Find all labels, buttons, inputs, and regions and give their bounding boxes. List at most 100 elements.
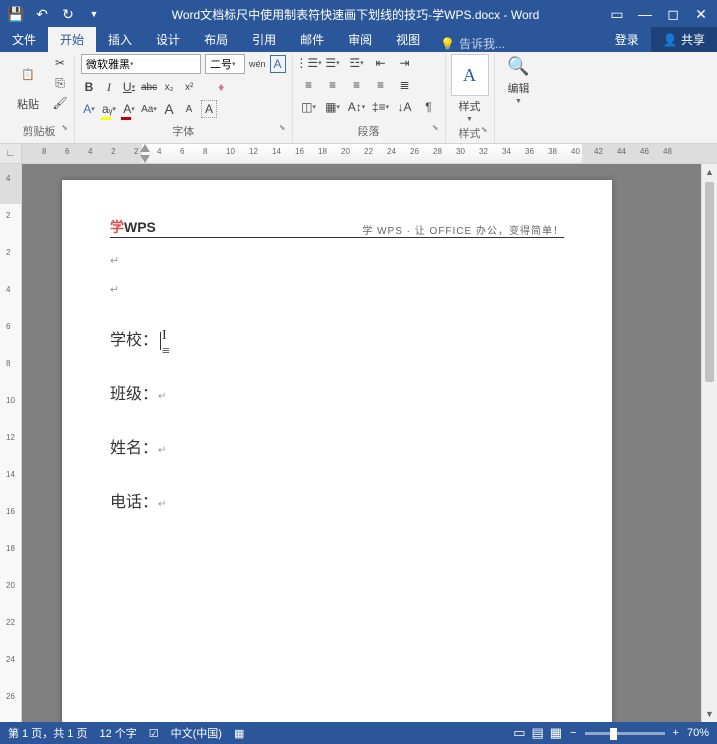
strike-button[interactable]: abc <box>141 78 157 96</box>
ruler-tick: 34 <box>502 147 511 156</box>
justify-button[interactable]: ≡ <box>371 76 391 94</box>
close-icon[interactable]: ✕ <box>689 2 713 26</box>
distribute-button[interactable]: ≣ <box>395 76 415 94</box>
ruler-tick: 6 <box>65 147 69 156</box>
borders-button[interactable]: ▦ <box>323 98 343 116</box>
char-shading-icon[interactable]: A <box>201 100 217 118</box>
increase-indent-button[interactable]: ⇥ <box>395 54 415 72</box>
shading-button[interactable]: ◫ <box>299 98 319 116</box>
ruler-tick: 8 <box>203 147 207 156</box>
underline-button[interactable]: U <box>121 78 137 96</box>
line-spacing-button[interactable]: ‡≡ <box>371 98 391 116</box>
minimize-icon[interactable]: — <box>633 2 657 26</box>
spellcheck-icon[interactable]: ☑ <box>149 727 159 740</box>
grow-font-button[interactable]: A <box>161 100 177 118</box>
tab-layout[interactable]: 布局 <box>192 27 240 52</box>
multilevel-button[interactable]: ☲ <box>347 54 367 72</box>
zoom-knob[interactable] <box>610 728 617 740</box>
paste-button[interactable]: 📋 粘贴 <box>10 54 46 112</box>
document-canvas[interactable]: 学WPS 学 WPS · 让 OFFICE 办公，变得简单！ ↵ ↵ 学校： I… <box>22 164 701 722</box>
font-size-select[interactable]: 二号 <box>205 54 245 74</box>
phonetic-guide-icon[interactable]: wén <box>249 55 266 73</box>
tab-review[interactable]: 审阅 <box>336 27 384 52</box>
ruler-horizontal[interactable]: 8642246810121416182022242628303234363840… <box>22 144 717 163</box>
login-button[interactable]: 登录 <box>603 27 651 52</box>
styles-icon: A <box>451 54 489 96</box>
zoom-in-button[interactable]: + <box>673 727 679 739</box>
status-words[interactable]: 12 个字 <box>99 725 136 741</box>
ruler-tick: 18 <box>318 147 327 156</box>
ruler-tick: 2 <box>111 147 115 156</box>
sort-button[interactable]: ↓A <box>395 98 415 116</box>
redo-icon[interactable]: ↻ <box>56 2 80 26</box>
text-direction-button[interactable]: A↕ <box>347 98 367 116</box>
bold-button[interactable]: B <box>81 78 97 96</box>
tab-home[interactable]: 开始 <box>48 27 96 52</box>
ruler-vertical[interactable]: 422468101214161820222426 <box>0 164 22 722</box>
zoom-slider[interactable] <box>585 732 665 735</box>
ruler-tick: 4 <box>88 147 92 156</box>
tab-design[interactable]: 设计 <box>144 27 192 52</box>
font-color-button[interactable]: A <box>121 100 137 118</box>
tab-view[interactable]: 视图 <box>384 27 432 52</box>
qat-dropdown-icon[interactable]: ▼ <box>82 2 106 26</box>
view-web-icon[interactable]: ▦ <box>550 725 562 741</box>
line-school[interactable]: 学校： I ≡ <box>110 326 161 350</box>
text-effects-button[interactable]: A <box>81 100 97 118</box>
find-button[interactable]: 🔍 编辑 ▼ <box>501 54 537 105</box>
bullets-button[interactable]: ⋮☰ <box>299 54 319 72</box>
undo-icon[interactable]: ↶ <box>30 2 54 26</box>
styles-button[interactable]: A 样式 ▼ <box>452 54 488 123</box>
char-border-icon[interactable]: A <box>270 55 286 73</box>
macro-icon[interactable]: ▦ <box>234 727 244 740</box>
copy-icon[interactable]: ⎘ <box>52 74 68 92</box>
line-phone[interactable]: 电话：↵ <box>110 488 564 512</box>
scroll-thumb[interactable] <box>705 182 714 382</box>
maximize-icon[interactable]: ◻ <box>661 2 685 26</box>
ruler-vtick: 12 <box>6 433 15 442</box>
tab-mailings[interactable]: 邮件 <box>288 27 336 52</box>
share-button[interactable]: 👤 共享 <box>651 27 717 52</box>
find-icon: 🔍 <box>507 54 531 78</box>
show-marks-button[interactable]: ¶ <box>419 98 439 116</box>
align-left-button[interactable]: ≡ <box>299 76 319 94</box>
subscript-button[interactable]: x₂ <box>161 78 177 96</box>
superscript-button[interactable]: x² <box>181 78 197 96</box>
tab-insert[interactable]: 插入 <box>96 27 144 52</box>
align-right-button[interactable]: ≡ <box>347 76 367 94</box>
page-header: 学WPS 学 WPS · 让 OFFICE 办公，变得简单！ <box>110 216 564 238</box>
ribbon-options-icon[interactable]: ▭ <box>605 2 629 26</box>
line-name[interactable]: 姓名：↵ <box>110 434 564 458</box>
change-case-button[interactable]: Aa <box>141 100 157 118</box>
ruler-vtick: 26 <box>6 692 15 701</box>
scroll-up-icon[interactable]: ▲ <box>702 164 717 180</box>
status-page[interactable]: 第 1 页，共 1 页 <box>8 725 87 741</box>
decrease-indent-button[interactable]: ⇤ <box>371 54 391 72</box>
scrollbar-vertical[interactable]: ▲ ▼ <box>701 164 717 722</box>
paste-icon: 📋 <box>12 54 44 94</box>
tab-references[interactable]: 引用 <box>240 27 288 52</box>
clear-format-icon[interactable]: ♦ <box>213 78 229 96</box>
bulb-icon: 💡 <box>440 37 455 51</box>
line-class[interactable]: 班级：↵ <box>110 380 564 404</box>
ruler-vtick: 4 <box>6 285 10 294</box>
tab-file[interactable]: 文件 <box>0 27 48 52</box>
zoom-out-button[interactable]: − <box>570 727 576 739</box>
highlight-button[interactable]: aᵧ <box>101 100 117 118</box>
tell-me-input[interactable]: 💡告诉我... <box>440 35 505 52</box>
zoom-level[interactable]: 70% <box>687 727 709 739</box>
view-read-icon[interactable]: ▭ <box>513 725 525 741</box>
tab-selector[interactable]: ∟ <box>0 144 22 163</box>
page[interactable]: 学WPS 学 WPS · 让 OFFICE 办公，变得简单！ ↵ ↵ 学校： I… <box>62 180 612 722</box>
save-icon[interactable]: 💾 <box>4 2 28 26</box>
numbering-button[interactable]: ☰ <box>323 54 343 72</box>
status-language[interactable]: 中文(中国) <box>171 725 222 741</box>
font-family-select[interactable]: 微软雅黑 <box>81 54 201 74</box>
italic-button[interactable]: I <box>101 78 117 96</box>
scroll-down-icon[interactable]: ▼ <box>702 706 717 722</box>
align-center-button[interactable]: ≡ <box>323 76 343 94</box>
format-painter-icon[interactable]: 🖌 <box>52 94 68 112</box>
shrink-font-button[interactable]: A <box>181 100 197 118</box>
cut-icon[interactable]: ✂ <box>52 54 68 72</box>
view-print-icon[interactable]: ▤ <box>532 725 544 741</box>
